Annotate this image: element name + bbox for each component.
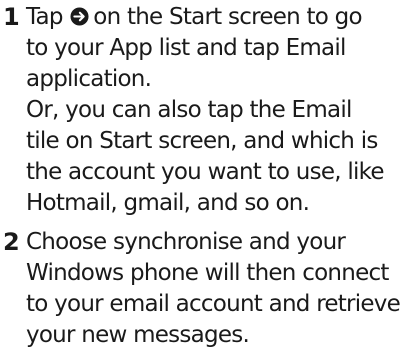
instruction-steps: 1 Tap on the Start screen to go to your …	[0, 0, 410, 351]
step-1-line-5: tile on Start screen, and which is	[26, 128, 378, 154]
step-1-line-1: Tap on the Start screen to go	[26, 2, 410, 33]
step-2: 2 Choose synchronise and your Windows ph…	[0, 227, 410, 351]
step-1-line-6: the account you want to use, like	[26, 159, 385, 185]
arrow-right-circle-icon	[70, 7, 89, 26]
step-2-number: 2	[3, 228, 20, 256]
step-1-line-2: to your App list and tap Email	[26, 35, 346, 61]
step-1: 1 Tap on the Start screen to go to your …	[0, 2, 410, 219]
step-2-line-1: Choose synchronise and your	[26, 229, 346, 255]
step-1-line-3: application.	[26, 66, 152, 92]
step-2-line-3: to your email account and retrieve	[26, 291, 401, 317]
step-2-line-2: Windows phone will then connect	[26, 260, 389, 286]
step-1-line-4: Or, you can also tap the Email	[26, 97, 352, 123]
step-1-line-1-start: Tap	[26, 4, 63, 30]
step-2-line-4: your new messages.	[26, 322, 250, 348]
step-1-line-7: Hotmail, gmail, and so on.	[26, 190, 310, 216]
step-1-number: 1	[3, 3, 20, 31]
step-1-line-1-end: on the Start screen to go	[93, 4, 362, 30]
